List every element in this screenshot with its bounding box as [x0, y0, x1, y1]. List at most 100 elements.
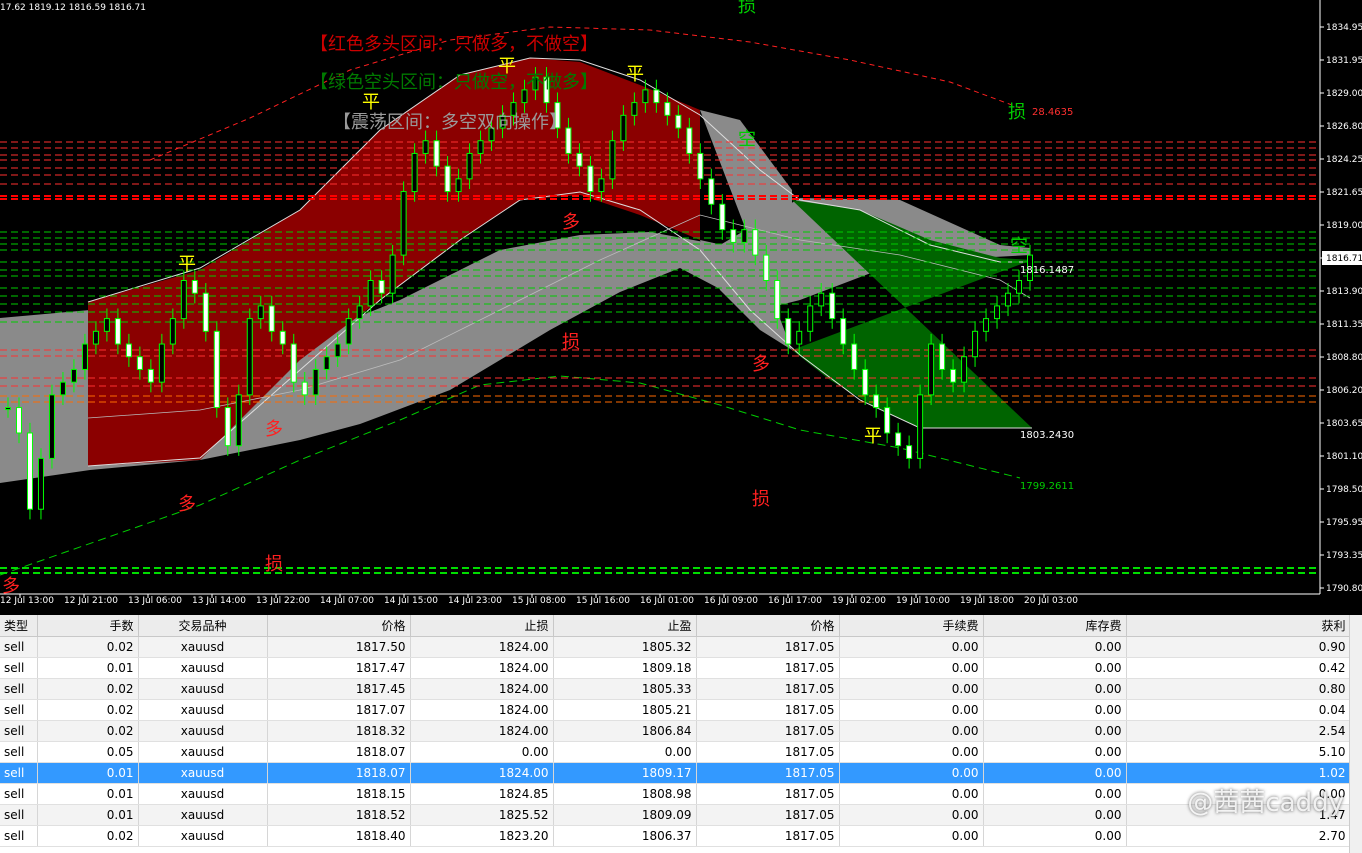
- table-cell: 1809.18: [553, 657, 697, 679]
- candle-body: [785, 318, 792, 345]
- candle-body: [378, 279, 385, 294]
- candle-body: [1016, 279, 1023, 294]
- time-tick-label: 19 Jul 10:00: [896, 596, 950, 606]
- column-header[interactable]: 获利: [1126, 615, 1351, 637]
- table-cell: 0.02: [37, 825, 139, 847]
- candle-body: [994, 305, 1001, 320]
- column-header[interactable]: 价格: [267, 615, 411, 637]
- column-header[interactable]: 交易品种: [138, 615, 268, 637]
- table-cell: 0.00: [839, 825, 984, 847]
- table-cell: 0.00: [983, 720, 1127, 742]
- column-header[interactable]: 价格: [696, 615, 840, 637]
- table-cell: 1817.05: [696, 657, 840, 679]
- candle-body: [598, 178, 605, 193]
- candle-body: [708, 178, 715, 205]
- column-header[interactable]: 库存费: [983, 615, 1127, 637]
- table-cell: 1817.05: [696, 699, 840, 721]
- column-header[interactable]: 止盈: [553, 615, 697, 637]
- time-tick-label: 14 Jul 07:00: [320, 596, 374, 606]
- price-tick-label: 1793.35: [1326, 551, 1362, 561]
- candle-body: [26, 432, 33, 510]
- table-row[interactable]: sell 0.02 xauusd 1818.40 1823.20 1806.37 1817.…: [0, 825, 1351, 847]
- table-cell: 1808.98: [553, 783, 697, 805]
- table-row[interactable]: sell 0.01 xauusd 1818.15 1824.85 1808.98 1817.…: [0, 783, 1351, 805]
- price-chart[interactable]: 1834.95 1831.95 1829.00 1826.80 1824.25 1821.…: [0, 0, 1362, 612]
- candle-body: [15, 407, 22, 434]
- price-tick-label: 1798.50: [1326, 485, 1362, 495]
- table-cell: sell: [0, 699, 38, 721]
- table-cell: 1818.52: [267, 804, 411, 826]
- table-cell: 1817.47: [267, 657, 411, 679]
- column-header[interactable]: 类型: [0, 615, 38, 637]
- candle-body: [59, 381, 66, 396]
- table-header: 类型 手数 交易品种 价格 止损 止盈 价格 手续费 库存费 获利: [0, 615, 1351, 637]
- table-cell: 1806.84: [553, 720, 697, 742]
- column-header[interactable]: 手数: [37, 615, 139, 637]
- table-cell: 0.01: [37, 657, 139, 679]
- table-row[interactable]: sell 0.01 xauusd 1818.07 1824.00 1809.17 1817.…: [0, 762, 1351, 784]
- table-row[interactable]: sell 0.02 xauusd 1817.45 1824.00 1805.33 1817.…: [0, 678, 1351, 700]
- candle-body: [851, 343, 858, 370]
- price-tick-label: 1803.65: [1326, 419, 1362, 429]
- trade-mark: 平: [626, 64, 644, 85]
- bull-zone-annotation: 【红色多头区间：只做多，不做空】: [310, 34, 598, 55]
- table-cell: sell: [0, 657, 38, 679]
- candle-body: [752, 229, 759, 256]
- table-cell: 1817.05: [696, 804, 840, 826]
- candle-body: [972, 330, 979, 358]
- candle-body: [576, 152, 583, 167]
- table-cell: 0.90: [1126, 636, 1351, 658]
- table-cell: xauusd: [138, 804, 268, 826]
- trade-mark: 损: [752, 489, 770, 510]
- table-cell: 0.00: [410, 741, 554, 763]
- candle-body: [433, 140, 440, 167]
- candle-body: [257, 305, 264, 320]
- table-cell: 1809.09: [553, 804, 697, 826]
- table-row[interactable]: sell 0.05 xauusd 1818.07 0.00 0.00 1817.05 0.00…: [0, 741, 1351, 763]
- table-cell: xauusd: [138, 762, 268, 784]
- vertical-scrollbar[interactable]: [1349, 615, 1362, 853]
- table-cell: 1817.05: [696, 825, 840, 847]
- candle-body: [92, 330, 99, 345]
- trade-mark: 平: [362, 92, 380, 113]
- table-cell: 1806.37: [553, 825, 697, 847]
- candle-body: [477, 140, 484, 154]
- price-tick-label: 1816.71: [1326, 254, 1362, 264]
- candle-body: [796, 330, 803, 345]
- table-cell: 0.00: [839, 762, 984, 784]
- candle-body: [466, 152, 473, 180]
- time-tick-label: 13 Jul 22:00: [256, 596, 310, 606]
- candle-body: [928, 343, 935, 396]
- table-row[interactable]: sell 0.01 xauusd 1818.52 1825.52 1809.09 1817.…: [0, 804, 1351, 826]
- table-cell: sell: [0, 741, 38, 763]
- candle-body: [279, 330, 286, 345]
- column-header[interactable]: 止损: [410, 615, 554, 637]
- candle-body: [730, 229, 737, 243]
- price-tick-label: 1819.00: [1326, 221, 1362, 231]
- table-cell: 0.00: [839, 741, 984, 763]
- trade-mark: 多: [265, 419, 283, 440]
- level-label-sl: 1799.2611: [1020, 481, 1074, 492]
- table-row[interactable]: sell 0.02 xauusd 1817.07 1824.00 1805.21 1817.…: [0, 699, 1351, 721]
- candle-body: [5, 407, 11, 411]
- candle-body: [455, 178, 462, 193]
- column-header[interactable]: 手续费: [839, 615, 984, 637]
- time-tick-label: 13 Jul 14:00: [192, 596, 246, 606]
- trade-mark: 损: [562, 332, 580, 353]
- candle-body: [235, 394, 242, 447]
- trade-terminal: 类型 手数 交易品种 价格 止损 止盈 价格 手续费 库存费 获利 sell 0.02 xauusd 1…: [0, 615, 1362, 853]
- candle-body: [741, 229, 748, 243]
- table-cell: 1823.20: [410, 825, 554, 847]
- table-cell: sell: [0, 804, 38, 826]
- candle-body: [840, 318, 847, 345]
- table-cell: 1809.17: [553, 762, 697, 784]
- candle-body: [246, 318, 253, 396]
- candle-body: [400, 191, 407, 256]
- table-row[interactable]: sell 0.02 xauusd 1817.50 1824.00 1805.32 1817.…: [0, 636, 1351, 658]
- table-cell: 1818.15: [267, 783, 411, 805]
- price-tick-label: 1811.35: [1326, 320, 1362, 330]
- table-row[interactable]: sell 0.01 xauusd 1817.47 1824.00 1809.18 1817.…: [0, 657, 1351, 679]
- table-row[interactable]: sell 0.02 xauusd 1818.32 1824.00 1806.84 1817.…: [0, 720, 1351, 742]
- table-cell: 1817.05: [696, 741, 840, 763]
- chart-canvas[interactable]: 1834.95 1831.95 1829.00 1826.80 1824.25 1821.…: [0, 0, 1362, 612]
